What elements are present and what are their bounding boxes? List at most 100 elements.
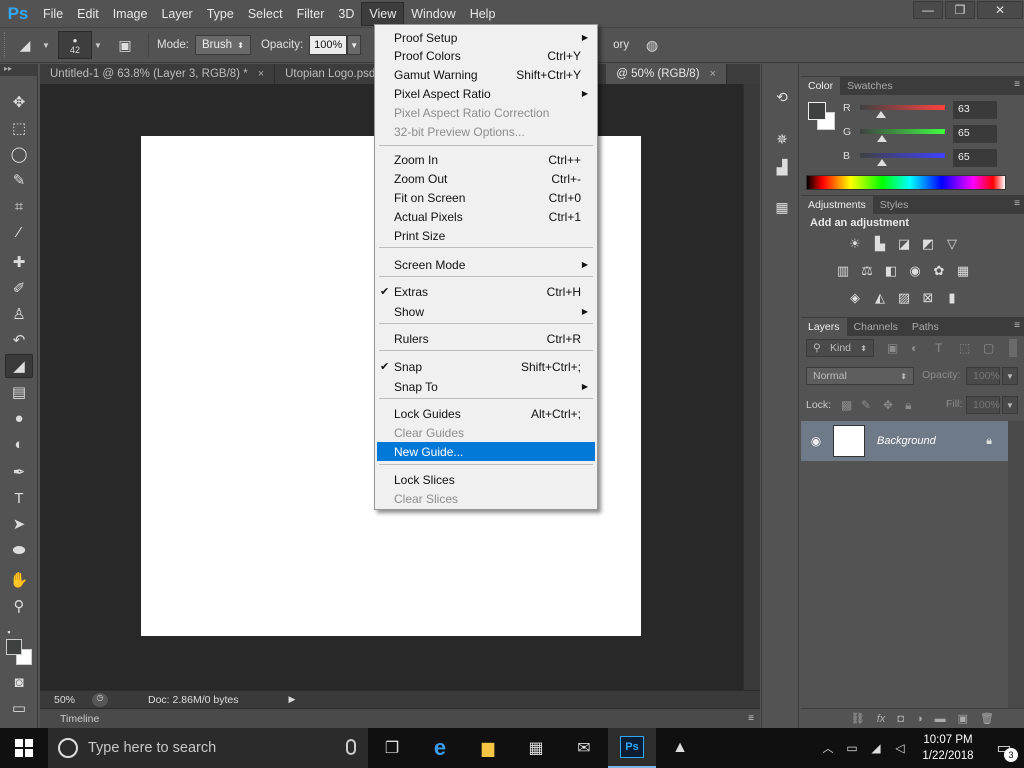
- brush-tool-icon[interactable]: ✐: [5, 276, 33, 300]
- new-adjustment-layer-icon[interactable]: ◑: [916, 713, 923, 725]
- new-group-icon[interactable]: ▬: [935, 713, 946, 725]
- menu-window[interactable]: Window: [404, 2, 462, 26]
- zoom-level[interactable]: 50%: [40, 694, 88, 706]
- path-selection-tool-icon[interactable]: ➤: [5, 512, 33, 536]
- layer-row-background[interactable]: ◉ Background 🔒︎: [801, 421, 1008, 461]
- menu-item-snap-to[interactable]: Snap To ▶: [377, 377, 595, 396]
- panel-menu-icon[interactable]: ≡: [1014, 198, 1020, 209]
- blur-tool-icon[interactable]: ●: [5, 406, 33, 430]
- task-view-icon[interactable]: ❐: [368, 728, 416, 768]
- lock-pixels-icon[interactable]: ✎: [861, 398, 871, 412]
- restore-button[interactable]: ❐: [945, 1, 975, 19]
- menu-item-proof-setup[interactable]: Proof Setup ▶: [377, 28, 595, 47]
- menu-item-gamut-warning[interactable]: Gamut Warning Shift+Ctrl+Y: [377, 65, 595, 84]
- quick-selection-tool-icon[interactable]: ✎: [5, 168, 33, 192]
- trash-icon[interactable]: 🗑︎: [980, 712, 994, 725]
- lock-icon[interactable]: 🔒︎: [986, 435, 992, 448]
- menu-item-zoom-in[interactable]: Zoom In Ctrl++: [377, 150, 595, 169]
- close-button[interactable]: ✕: [977, 1, 1023, 19]
- status-menu-arrow-icon[interactable]: ▶: [288, 694, 295, 705]
- menu-item-lock-guides[interactable]: Lock Guides Alt+Ctrl+;: [377, 404, 595, 423]
- eye-icon[interactable]: ◉: [801, 434, 831, 448]
- channel-value-input[interactable]: 65: [953, 149, 997, 167]
- history-brush-tool-icon[interactable]: ↶: [5, 328, 33, 352]
- toolbox-header[interactable]: ▸▸: [0, 64, 38, 76]
- menu-item-proof-colors[interactable]: Proof Colors Ctrl+Y: [377, 46, 595, 65]
- menu-item-zoom-out[interactable]: Zoom Out Ctrl+-: [377, 169, 595, 188]
- histogram-panel-icon[interactable]: ▟: [770, 156, 794, 178]
- filter-adjustment-icon[interactable]: ◐: [911, 341, 918, 355]
- menu-help[interactable]: Help: [463, 2, 503, 26]
- levels-icon[interactable]: ▙: [871, 236, 889, 252]
- status-options-icon[interactable]: ◷: [92, 692, 108, 707]
- black-white-icon[interactable]: ◧: [882, 263, 900, 279]
- hue-saturation-icon[interactable]: ▥: [834, 263, 852, 279]
- panel-menu-icon[interactable]: ≡: [1014, 320, 1020, 331]
- layer-name[interactable]: Background: [877, 435, 936, 447]
- panel-menu-icon[interactable]: ≡: [1014, 79, 1020, 90]
- menu-item-lock-slices[interactable]: Lock Slices: [377, 470, 595, 489]
- history-panel-icon[interactable]: ⟲: [770, 86, 794, 108]
- properties-panel-icon[interactable]: ▦: [770, 196, 794, 218]
- tab-paths[interactable]: Paths: [905, 318, 946, 336]
- pen-tool-icon[interactable]: ✒: [5, 460, 33, 484]
- gradient-tool-icon[interactable]: ▤: [5, 380, 33, 404]
- layer-kind-filter[interactable]: ⚲ Kind ⬍: [806, 339, 874, 357]
- menu-item-screen-mode[interactable]: Screen Mode ▶: [377, 255, 595, 274]
- lock-all-icon[interactable]: 🔒︎: [905, 398, 911, 413]
- tab-adjustments[interactable]: Adjustments: [801, 196, 873, 214]
- panel-menu-icon[interactable]: ≡: [748, 713, 754, 724]
- exposure-icon[interactable]: ◩: [919, 236, 937, 252]
- menu-view[interactable]: View: [361, 1, 405, 26]
- color-balance-icon[interactable]: ⚖: [858, 263, 876, 279]
- menu-item-show[interactable]: Show ▶: [377, 302, 595, 321]
- healing-brush-tool-icon[interactable]: ✚: [5, 250, 33, 274]
- minimize-button[interactable]: —: [913, 1, 943, 19]
- gradient-map-icon[interactable]: ▮: [943, 290, 961, 306]
- menu-item-new-guide[interactable]: New Guide...: [377, 442, 595, 461]
- doc-tab-untitled-1[interactable]: Untitled-1 @ 63.8% (Layer 3, RGB/8) * ×: [40, 64, 276, 84]
- filter-smart-object-icon[interactable]: ▢: [983, 341, 994, 355]
- zoom-tool-icon[interactable]: ⚲: [5, 594, 33, 618]
- slider-track[interactable]: [860, 129, 945, 134]
- layers-scrollbar[interactable]: [1008, 421, 1024, 708]
- tab-swatches[interactable]: Swatches: [840, 77, 900, 95]
- chevron-down-icon[interactable]: ▼: [1002, 367, 1018, 385]
- slider-track[interactable]: [860, 105, 945, 110]
- menu-type[interactable]: Type: [200, 2, 241, 26]
- chevron-up-icon[interactable]: ︿: [816, 740, 840, 756]
- eraser-tool-preset-icon[interactable]: ◢: [10, 32, 40, 58]
- type-tool-icon[interactable]: T: [5, 486, 33, 510]
- chevron-down-icon[interactable]: ▼: [1002, 396, 1018, 414]
- selective-color-icon[interactable]: ⊠: [919, 290, 937, 306]
- quick-mask-icon[interactable]: ◙: [5, 670, 33, 694]
- channel-value-input[interactable]: 63: [953, 101, 997, 119]
- photos-app-icon[interactable]: ▲: [656, 728, 704, 768]
- fx-icon[interactable]: fx: [877, 713, 886, 725]
- invert-icon[interactable]: ◈: [846, 290, 864, 306]
- slider-track[interactable]: [860, 153, 945, 158]
- opacity-input[interactable]: 100%: [309, 35, 348, 55]
- hand-tool-icon[interactable]: ✋: [5, 568, 33, 592]
- fill-input[interactable]: 100%: [966, 396, 1000, 414]
- shape-tool-icon[interactable]: ⬬: [5, 538, 33, 562]
- tab-color[interactable]: Color: [801, 77, 841, 95]
- action-center-button[interactable]: ▭ 3: [984, 728, 1024, 768]
- brush-preset-picker[interactable]: ● 42: [58, 31, 92, 59]
- chevron-down-icon[interactable]: ▼: [42, 41, 52, 50]
- mail-icon[interactable]: ✉: [560, 728, 608, 768]
- mode-select[interactable]: Brush ⬍: [194, 35, 251, 55]
- link-layers-icon[interactable]: ⛓: [851, 712, 865, 725]
- lasso-tool-icon[interactable]: ◯: [5, 142, 33, 166]
- menu-item-extras[interactable]: ✔ Extras Ctrl+H: [377, 282, 595, 301]
- photo-filter-icon[interactable]: ◉: [906, 263, 924, 279]
- tab-channels[interactable]: Channels: [847, 318, 905, 336]
- volume-icon[interactable]: ◁: [888, 741, 912, 755]
- navigator-panel-icon[interactable]: ✵: [770, 128, 794, 150]
- taskbar-search-box[interactable]: Type here to search: [48, 728, 368, 768]
- curves-icon[interactable]: ◪: [895, 236, 913, 252]
- marquee-tool-icon[interactable]: ⬚: [5, 116, 33, 140]
- eyedropper-tool-icon[interactable]: ⁄: [5, 220, 33, 244]
- slider-thumb[interactable]: [875, 111, 886, 118]
- color-lookup-icon[interactable]: ▦: [954, 263, 972, 279]
